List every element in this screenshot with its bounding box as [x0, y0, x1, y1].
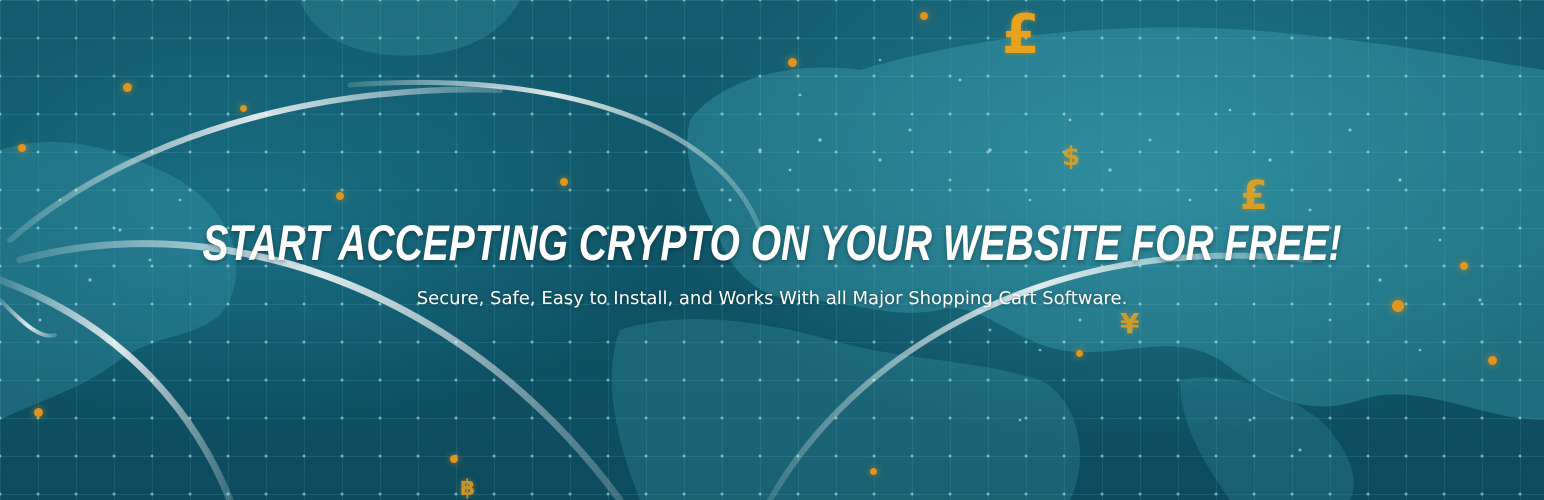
- pound-icon: £: [1002, 3, 1040, 66]
- glow-dot: [870, 468, 877, 475]
- dollar-icon: $: [1062, 142, 1081, 172]
- glow-dot: [920, 12, 928, 20]
- hero-banner: £ $ £ ¥ ฿ START ACCEPTING CRYPTO ON YOUR…: [0, 0, 1544, 500]
- pound-icon: £: [1240, 173, 1268, 219]
- glow-dot: [123, 83, 132, 92]
- glow-dot: [34, 408, 43, 417]
- glow-dot: [336, 192, 344, 200]
- baht-icon: ฿: [460, 476, 476, 500]
- glow-dot: [560, 178, 568, 186]
- yen-icon: ¥: [1120, 307, 1140, 340]
- glow-dot: [450, 455, 458, 463]
- glow-dot: [1076, 350, 1083, 357]
- glow-dot: [18, 144, 26, 152]
- glow-dot: [788, 58, 797, 67]
- glow-dot: [240, 105, 247, 112]
- hero-headline: START ACCEPTING CRYPTO ON YOUR WEBSITE F…: [202, 215, 1342, 271]
- hero-subheadline: Secure, Safe, Easy to Install, and Works…: [416, 288, 1128, 309]
- glow-dot: [1460, 262, 1468, 270]
- glow-dot: [1488, 356, 1497, 365]
